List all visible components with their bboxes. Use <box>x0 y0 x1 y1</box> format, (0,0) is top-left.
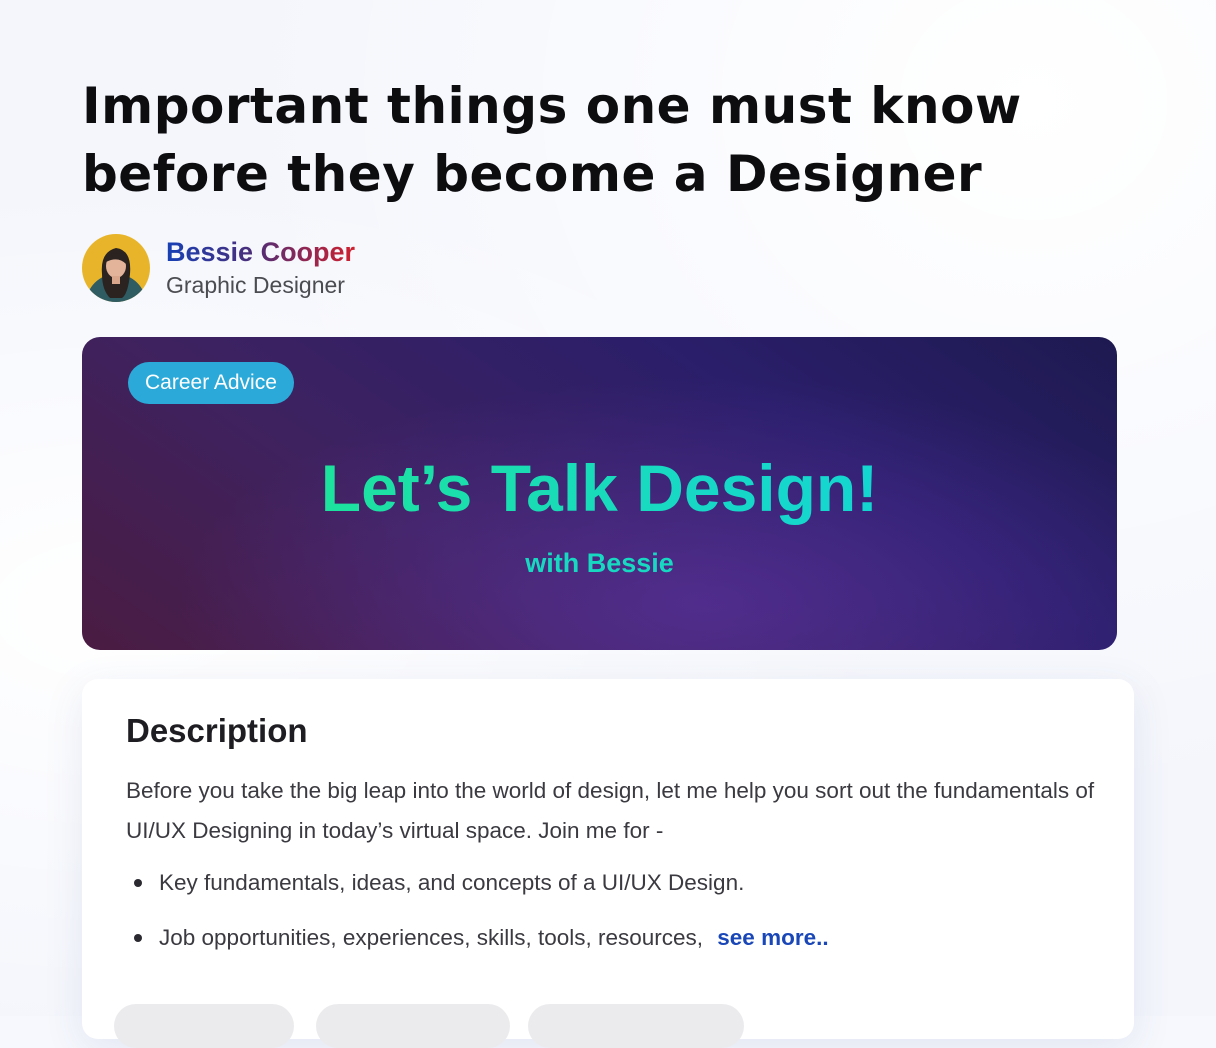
avatar-image <box>82 234 150 302</box>
author-block: Bessie Cooper Graphic Designer <box>82 234 355 302</box>
banner-title: Let’s Talk Design! <box>82 445 1117 531</box>
description-paragraph: Before you take the big leap into the wo… <box>126 778 1095 843</box>
list-item-text: Key fundamentals, ideas, and concepts of… <box>159 870 745 895</box>
author-name[interactable]: Bessie Cooper <box>166 235 355 269</box>
article-title: Important things one must know before th… <box>82 77 1022 203</box>
description-heading: Description <box>126 712 308 749</box>
bullet-dot-icon <box>134 879 142 887</box>
tag-chip[interactable] <box>114 1004 294 1048</box>
see-more-link[interactable]: see more.. <box>717 925 828 950</box>
tag-chip[interactable] <box>316 1004 510 1048</box>
category-tag[interactable]: Career Advice <box>128 362 294 404</box>
author-role: Graphic Designer <box>166 272 345 298</box>
description-card: Description Before you take the big leap… <box>82 679 1134 1048</box>
description-list: Key fundamentals, ideas, and concepts of… <box>126 863 829 958</box>
list-item-text: Job opportunities, experiences, skills, … <box>159 925 704 950</box>
avatar[interactable] <box>82 234 150 302</box>
author-info: Bessie Cooper Graphic Designer <box>166 235 355 301</box>
tag-chip[interactable] <box>528 1004 744 1048</box>
event-banner: Career Advice Let’s Talk Design! with Be… <box>82 337 1117 650</box>
list-item: Key fundamentals, ideas, and concepts of… <box>126 863 829 903</box>
bullet-dot-icon <box>134 934 142 942</box>
list-item: Job opportunities, experiences, skills, … <box>126 918 829 958</box>
banner-subtitle: with Bessie <box>525 548 674 578</box>
